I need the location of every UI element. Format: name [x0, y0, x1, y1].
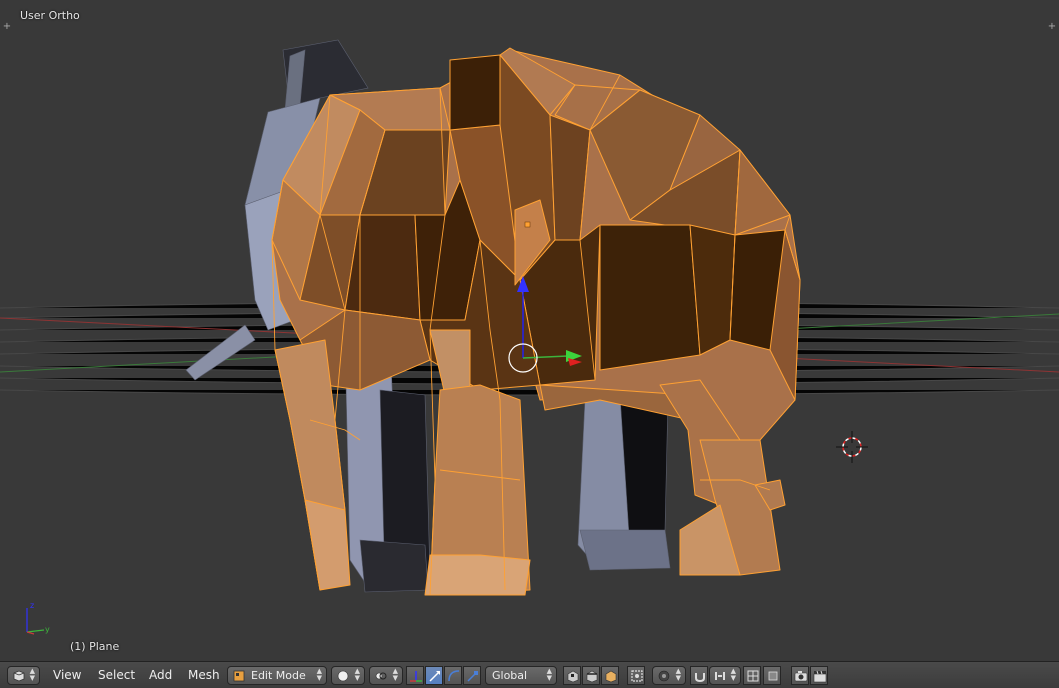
proportional-edit-icon: [658, 670, 670, 682]
vertex-select-icon: [567, 670, 579, 683]
svg-text:y: y: [45, 625, 50, 634]
limit-selection-button[interactable]: [627, 666, 645, 685]
mode-selector[interactable]: Edit Mode ▲ ▼: [227, 666, 327, 685]
render-icon: [794, 671, 808, 682]
dropdown-arrows-icon: ▲ ▼: [392, 667, 398, 682]
editor-type-icon: [13, 670, 25, 682]
transform-orientation-selector[interactable]: Global ▲ ▼: [485, 666, 557, 685]
axis-orientation-widget: z y: [26, 601, 50, 635]
proportional-edit-button[interactable]: ▲ ▼: [652, 666, 686, 685]
dropdown-arrows-icon: ▲ ▼: [675, 667, 681, 682]
3d-view-header: ▲ ▼ View Select Add Mesh Edit Mode ▲ ▼ ▲ ▼ …: [0, 661, 1059, 688]
opengl-animation-render-button[interactable]: [810, 666, 828, 685]
transform-orientation-label: Global: [492, 669, 528, 682]
edit-mode-icon: [233, 670, 245, 682]
snap-target-icon: [747, 670, 759, 682]
pivot-point-icon: [375, 672, 387, 680]
snap-toggle-button[interactable]: [690, 666, 708, 685]
region-toggle-plus-icon[interactable]: +: [2, 22, 12, 32]
dropdown-arrows-icon: ▲ ▼: [316, 667, 322, 682]
vertex-select-mode-button[interactable]: [563, 666, 581, 685]
menu-add[interactable]: Add: [149, 667, 172, 684]
snap-options-icon: [768, 671, 778, 681]
snap-target-mode-button[interactable]: [743, 666, 761, 685]
scale-manipulator-button[interactable]: [463, 666, 481, 685]
view-title: User Ortho: [20, 9, 80, 22]
snap-target-icon: [715, 672, 725, 680]
snap-icon: [695, 673, 705, 683]
limit-selection-icon: [631, 670, 643, 682]
pivot-point-button[interactable]: ▲ ▼: [369, 666, 403, 685]
rotate-icon: [448, 670, 460, 682]
dropdown-arrows-icon: ▲ ▼: [730, 667, 736, 682]
edge-select-mode-button[interactable]: [582, 666, 600, 685]
3d-cursor[interactable]: [836, 431, 868, 463]
menu-mesh[interactable]: Mesh: [188, 667, 220, 684]
dropdown-arrows-icon: ▲ ▼: [29, 667, 35, 682]
edge-select-icon: [586, 670, 598, 683]
opengl-render-button[interactable]: [791, 666, 809, 685]
mode-label: Edit Mode: [251, 669, 306, 682]
face-select-icon: [605, 670, 617, 683]
manipulator-toggle[interactable]: [406, 666, 424, 685]
editor-type-button[interactable]: ▲ ▼: [7, 666, 40, 685]
scale-icon: [467, 671, 478, 682]
snap-element-selector[interactable]: ▲ ▼: [709, 666, 741, 685]
region-toggle-plus-icon[interactable]: +: [1047, 22, 1057, 32]
snap-extra-button[interactable]: [763, 666, 781, 685]
viewport-shading-icon: [337, 670, 349, 682]
translate-icon: [429, 671, 440, 682]
face-select-mode-button[interactable]: [601, 666, 619, 685]
manipulator-icon: [410, 671, 422, 682]
3d-viewport[interactable]: z y User Ortho (1) Plane + +: [0, 0, 1059, 661]
dropdown-arrows-icon: ▲ ▼: [546, 667, 552, 682]
animation-render-icon: [813, 670, 827, 683]
viewport-shading-button[interactable]: ▲ ▼: [331, 666, 365, 685]
svg-text:z: z: [30, 601, 34, 610]
active-object-info: (1) Plane: [70, 640, 120, 653]
3d-scene[interactable]: z y: [0, 0, 1059, 661]
menu-view[interactable]: View: [53, 667, 81, 684]
rotate-manipulator-button[interactable]: [444, 666, 462, 685]
dropdown-arrows-icon: ▲ ▼: [354, 667, 360, 682]
translate-manipulator-button[interactable]: [425, 666, 443, 685]
median-point-marker: [524, 221, 531, 228]
menu-select[interactable]: Select: [98, 667, 135, 684]
